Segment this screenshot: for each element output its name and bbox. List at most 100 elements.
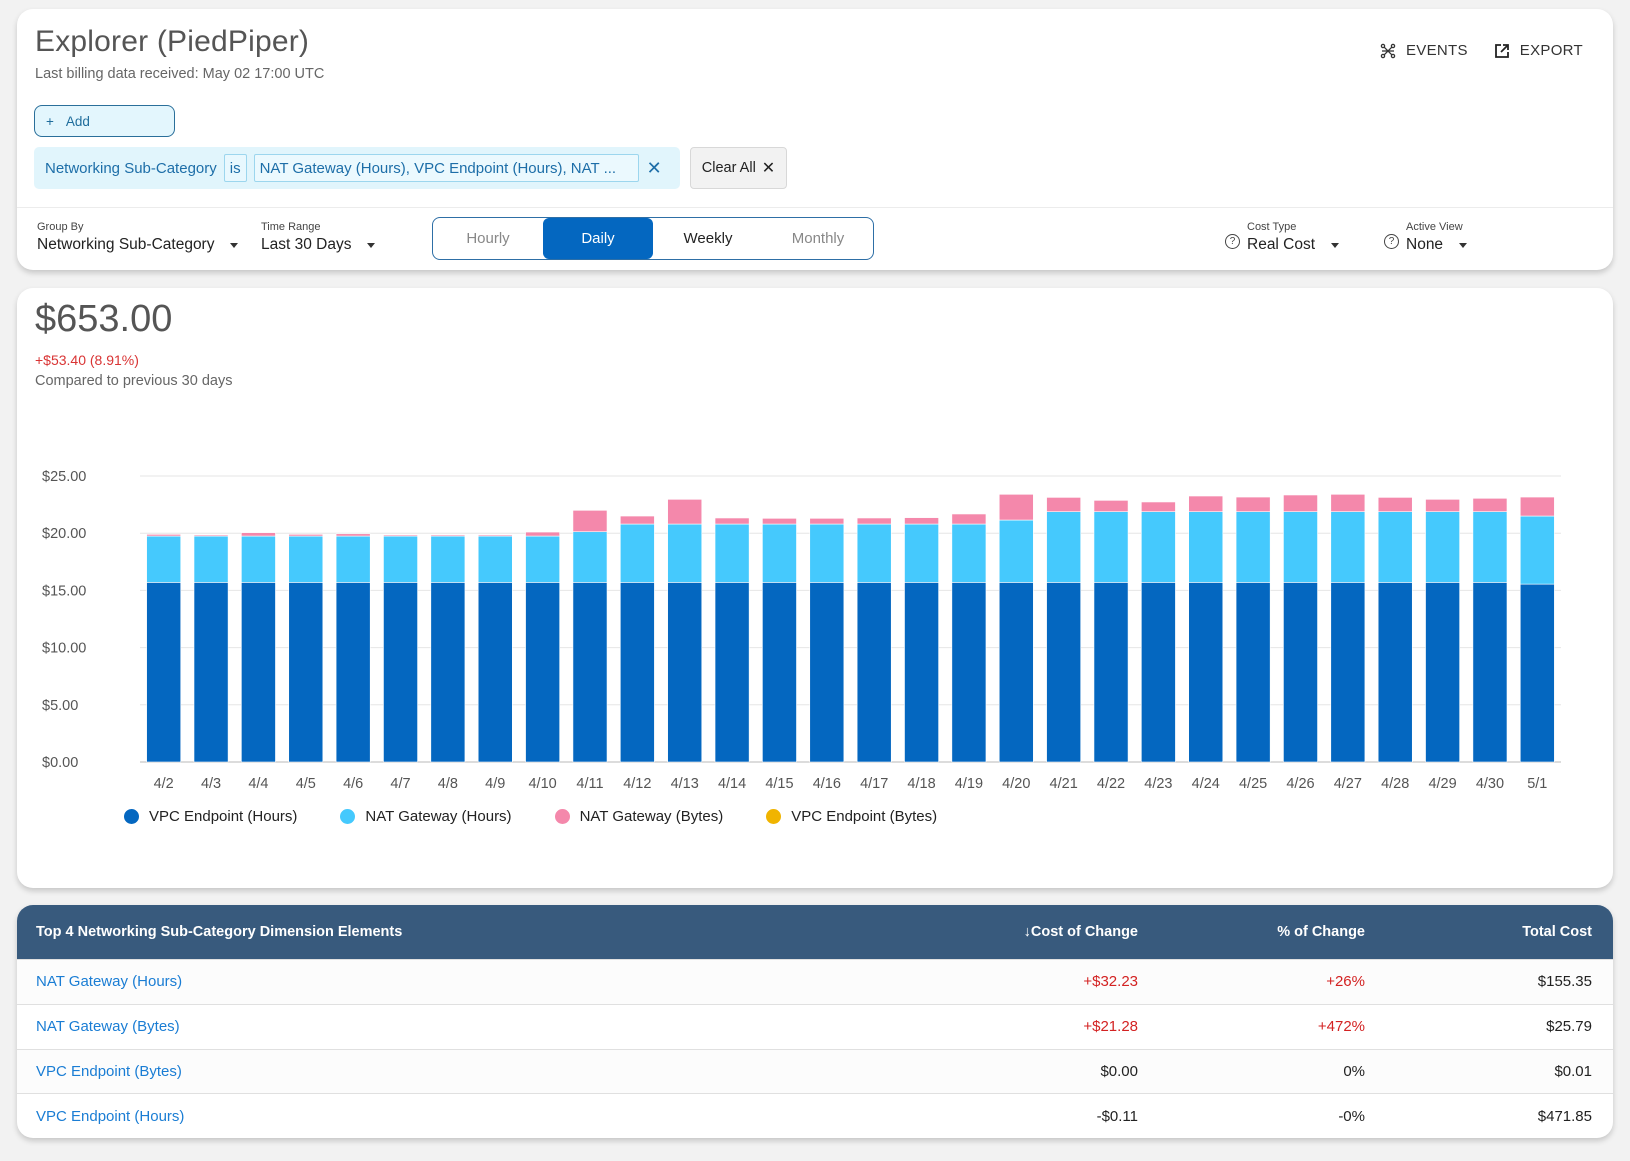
bar-segment-nat-gateway-bytes[interactable] <box>1283 494 1318 512</box>
bar-segment-nat-gateway-bytes[interactable] <box>619 515 655 525</box>
bar-stack-4-15[interactable] <box>762 518 797 763</box>
help-icon[interactable]: ? <box>1384 234 1399 249</box>
bar-segment-nat-gateway-bytes[interactable] <box>714 517 750 525</box>
bar-segment-nat-gateway-hours[interactable] <box>335 535 371 583</box>
bar-segment-vpc-endpoint-hours[interactable] <box>383 582 418 763</box>
row-name-link[interactable]: VPC Endpoint (Hours) <box>17 1108 817 1125</box>
bar-segment-nat-gateway-hours[interactable] <box>762 523 797 583</box>
bar-segment-vpc-endpoint-hours[interactable] <box>572 582 608 763</box>
bar-segment-vpc-endpoint-hours[interactable] <box>1519 583 1555 763</box>
legend-item-nat-gateway-hours[interactable]: NAT Gateway (Hours) <box>340 808 512 825</box>
cost-type-dropdown[interactable]: ? Cost Type Real Cost <box>1225 221 1340 254</box>
bar-stack-4-17[interactable] <box>856 517 892 763</box>
bar-segment-nat-gateway-hours[interactable] <box>477 535 513 583</box>
bar-segment-nat-gateway-hours[interactable] <box>1283 511 1318 583</box>
bar-stack-4-20[interactable] <box>998 494 1034 763</box>
row-name-link[interactable]: VPC Endpoint (Bytes) <box>17 1063 817 1080</box>
bar-segment-vpc-endpoint-hours[interactable] <box>430 582 466 763</box>
bar-segment-vpc-endpoint-hours[interactable] <box>667 582 703 763</box>
bar-segment-nat-gateway-hours[interactable] <box>619 523 655 583</box>
clear-all-button[interactable]: Clear All ✕ <box>690 147 787 189</box>
bar-segment-vpc-endpoint-hours[interactable] <box>1093 582 1129 763</box>
bar-segment-nat-gateway-hours[interactable] <box>1046 511 1082 583</box>
bar-segment-vpc-endpoint-hours[interactable] <box>525 582 560 763</box>
bar-segment-nat-gateway-hours[interactable] <box>146 535 182 583</box>
bar-segment-vpc-endpoint-hours[interactable] <box>1046 582 1082 763</box>
bar-stack-4-10[interactable] <box>525 531 560 763</box>
bar-segment-nat-gateway-hours[interactable] <box>714 523 750 583</box>
bar-segment-nat-gateway-bytes[interactable] <box>1472 498 1508 512</box>
bar-segment-nat-gateway-hours[interactable] <box>951 523 987 583</box>
bar-segment-vpc-endpoint-hours[interactable] <box>619 582 655 763</box>
bar-segment-nat-gateway-bytes[interactable] <box>1141 501 1176 512</box>
bar-segment-nat-gateway-hours[interactable] <box>1188 511 1224 583</box>
bar-segment-nat-gateway-bytes[interactable] <box>1330 494 1366 512</box>
bar-stack-4-8[interactable] <box>430 534 466 763</box>
bar-stack-4-13[interactable] <box>667 499 703 763</box>
row-name-link[interactable]: NAT Gateway (Hours) <box>17 973 817 990</box>
bar-segment-nat-gateway-bytes[interactable] <box>998 494 1034 521</box>
bar-segment-nat-gateway-bytes[interactable] <box>193 534 229 537</box>
bar-segment-nat-gateway-hours[interactable] <box>904 523 939 583</box>
filter-operator[interactable]: is <box>223 154 247 182</box>
bar-segment-nat-gateway-hours[interactable] <box>1377 511 1413 583</box>
export-button[interactable]: EXPORT <box>1494 42 1583 59</box>
bar-segment-nat-gateway-hours[interactable] <box>241 535 276 583</box>
bar-segment-nat-gateway-hours[interactable] <box>430 535 466 583</box>
bar-segment-nat-gateway-bytes[interactable] <box>667 499 703 525</box>
bar-segment-nat-gateway-hours[interactable] <box>1519 515 1555 585</box>
bar-stack-4-29[interactable] <box>1425 499 1460 763</box>
help-icon[interactable]: ? <box>1225 234 1240 249</box>
bar-segment-nat-gateway-bytes[interactable] <box>1425 499 1460 512</box>
legend-item-nat-gateway-bytes[interactable]: NAT Gateway (Bytes) <box>554 808 723 825</box>
bar-segment-nat-gateway-hours[interactable] <box>1330 511 1366 583</box>
bar-stack-4-27[interactable] <box>1330 494 1366 763</box>
bar-stack-4-3[interactable] <box>193 534 229 763</box>
bar-segment-nat-gateway-hours[interactable] <box>572 531 608 583</box>
bar-stack-4-23[interactable] <box>1141 501 1176 763</box>
bar-stack-4-18[interactable] <box>904 517 939 763</box>
bar-segment-nat-gateway-hours[interactable] <box>525 535 560 583</box>
bar-segment-nat-gateway-hours[interactable] <box>288 535 324 583</box>
bar-segment-nat-gateway-bytes[interactable] <box>1519 496 1555 517</box>
bar-segment-vpc-endpoint-hours[interactable] <box>477 582 513 763</box>
bar-segment-vpc-endpoint-hours[interactable] <box>714 582 750 763</box>
bar-segment-vpc-endpoint-hours[interactable] <box>1141 582 1176 763</box>
bar-stack-4-28[interactable] <box>1377 497 1413 763</box>
filter-value[interactable]: NAT Gateway (Hours), VPC Endpoint (Hours… <box>253 154 639 182</box>
group-by-dropdown[interactable]: Group By Networking Sub-Category <box>37 221 239 254</box>
bar-segment-nat-gateway-hours[interactable] <box>998 519 1034 583</box>
bar-segment-nat-gateway-bytes[interactable] <box>856 517 892 525</box>
bar-segment-nat-gateway-hours[interactable] <box>1235 511 1271 583</box>
bar-segment-nat-gateway-hours[interactable] <box>856 523 892 583</box>
bar-segment-vpc-endpoint-hours[interactable] <box>193 582 229 763</box>
bar-segment-vpc-endpoint-hours[interactable] <box>809 582 845 763</box>
bar-segment-nat-gateway-bytes[interactable] <box>572 510 608 533</box>
row-name-link[interactable]: NAT Gateway (Bytes) <box>17 1018 817 1035</box>
active-view-dropdown[interactable]: ? Active View None <box>1384 221 1468 254</box>
bar-segment-nat-gateway-bytes[interactable] <box>1377 497 1413 512</box>
bar-segment-nat-gateway-bytes[interactable] <box>1188 495 1224 512</box>
bar-segment-vpc-endpoint-hours[interactable] <box>1330 582 1366 763</box>
bar-segment-nat-gateway-bytes[interactable] <box>477 534 513 537</box>
bar-segment-nat-gateway-hours[interactable] <box>667 523 703 583</box>
add-filter-button[interactable]: + Add <box>34 105 175 137</box>
column-header-total-cost[interactable]: Total Cost <box>1365 924 1592 940</box>
bar-segment-nat-gateway-hours[interactable] <box>1425 511 1460 583</box>
bar-segment-vpc-endpoint-hours[interactable] <box>288 582 324 763</box>
bar-stack-4-2[interactable] <box>146 534 182 763</box>
bar-stack-4-25[interactable] <box>1235 496 1271 763</box>
bar-stack-4-22[interactable] <box>1093 500 1129 763</box>
bar-stack-4-14[interactable] <box>714 517 750 763</box>
bar-segment-vpc-endpoint-hours[interactable] <box>1377 582 1413 763</box>
bar-segment-vpc-endpoint-hours[interactable] <box>951 582 987 763</box>
bar-segment-nat-gateway-bytes[interactable] <box>809 518 845 525</box>
bar-segment-vpc-endpoint-hours[interactable] <box>1283 582 1318 763</box>
granularity-weekly[interactable]: Weekly <box>653 218 763 259</box>
bar-segment-nat-gateway-bytes[interactable] <box>146 534 182 537</box>
bar-segment-nat-gateway-bytes[interactable] <box>1093 500 1129 512</box>
bar-segment-nat-gateway-hours[interactable] <box>809 523 845 583</box>
bar-segment-nat-gateway-hours[interactable] <box>383 535 418 583</box>
bar-segment-nat-gateway-hours[interactable] <box>1141 511 1176 583</box>
bar-segment-vpc-endpoint-hours[interactable] <box>998 582 1034 763</box>
